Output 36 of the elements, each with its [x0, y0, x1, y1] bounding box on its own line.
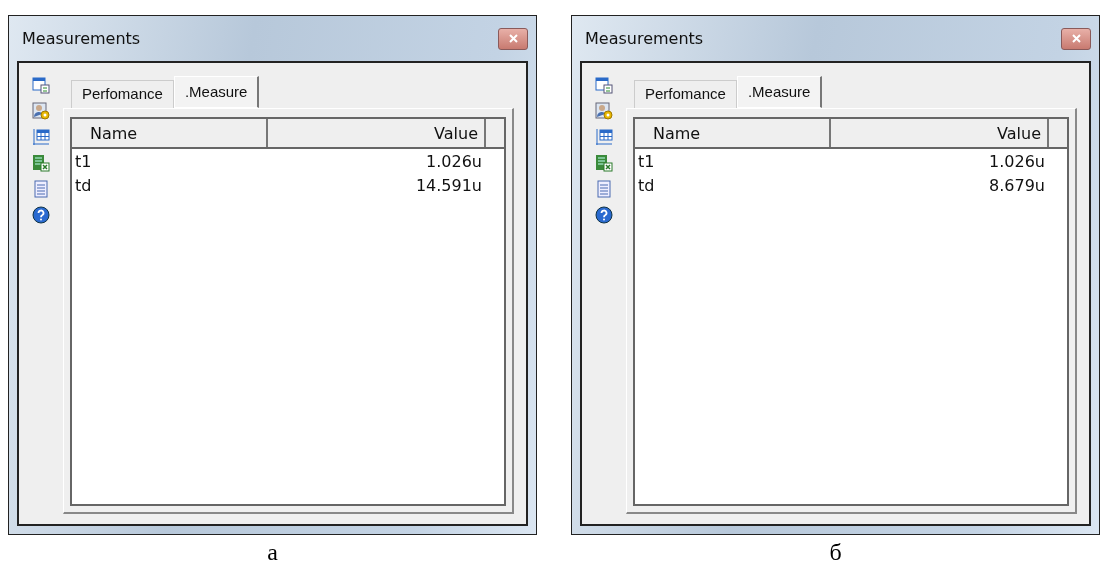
table-cell-text: t1	[637, 151, 656, 171]
column-header[interactable]: Name	[635, 119, 831, 147]
user-gear-icon[interactable]	[32, 102, 50, 120]
table-icon[interactable]	[32, 76, 50, 94]
table-cell-text: 1.026u	[988, 151, 1046, 171]
close-icon	[1071, 34, 1081, 43]
table-cell-text: 8.679u	[988, 175, 1046, 195]
close-button[interactable]	[498, 27, 528, 50]
tab[interactable]: .Measure	[173, 76, 260, 108]
close-icon	[508, 34, 518, 43]
help-icon[interactable]	[595, 206, 613, 224]
figure-caption: а	[266, 539, 279, 566]
spreadsheet-icon[interactable]	[595, 154, 613, 172]
table-cell-text: td	[74, 175, 93, 195]
spreadsheet-icon[interactable]	[32, 154, 50, 172]
column-header[interactable]: Value	[831, 119, 1049, 147]
table-cell-text: t1	[74, 151, 93, 171]
header-filler	[1049, 119, 1067, 147]
header-filler	[486, 119, 504, 147]
table-cell-text: 1.026u	[425, 151, 483, 171]
window-title: Measurements	[21, 29, 141, 48]
grid-icon[interactable]	[32, 128, 50, 146]
window-title: Measurements	[584, 29, 704, 48]
figure-caption: б	[828, 539, 843, 566]
table-cell-text: td	[637, 175, 656, 195]
table-icon[interactable]	[595, 76, 613, 94]
user-gear-icon[interactable]	[595, 102, 613, 120]
table-cell-text: 14.591u	[414, 175, 483, 195]
tab[interactable]: Perfomance	[71, 80, 174, 108]
grid-icon[interactable]	[595, 128, 613, 146]
help-icon[interactable]	[32, 206, 50, 224]
tab[interactable]: Perfomance	[634, 80, 737, 108]
column-header[interactable]: Value	[268, 119, 486, 147]
tab[interactable]: .Measure	[736, 76, 823, 108]
column-header[interactable]: Name	[72, 119, 268, 147]
close-button[interactable]	[1061, 27, 1091, 50]
